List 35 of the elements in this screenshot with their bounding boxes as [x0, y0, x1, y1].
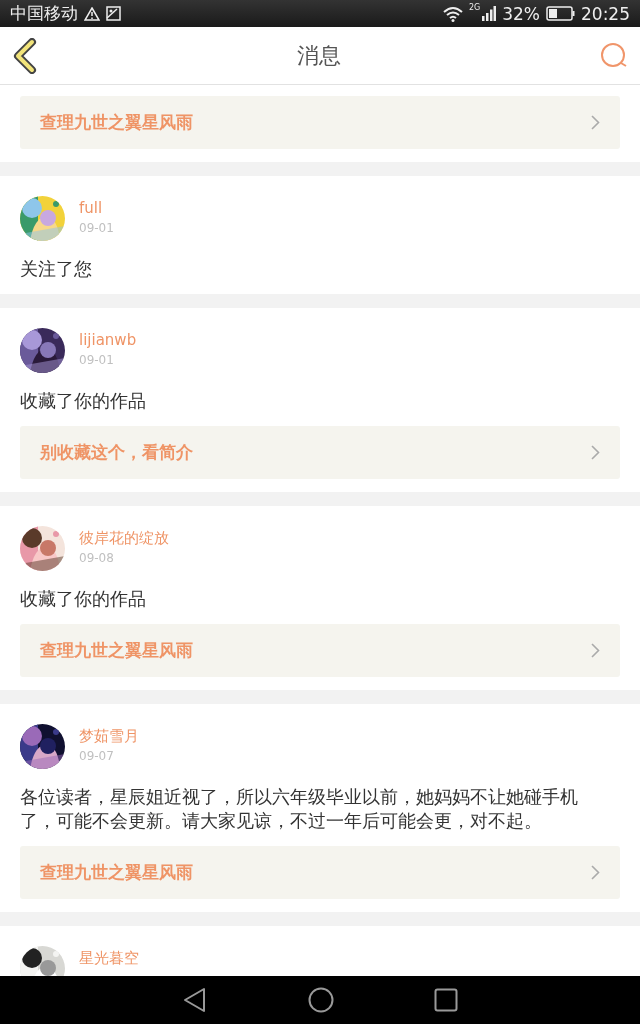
user-name[interactable]: full: [79, 199, 114, 217]
user-name[interactable]: 彼岸花的绽放: [79, 529, 169, 547]
back-icon[interactable]: [12, 37, 38, 74]
image-icon: [106, 6, 121, 21]
recent-apps-icon[interactable]: [434, 988, 458, 1012]
battery-percent: 32%: [502, 3, 540, 24]
message-date: 09-01: [79, 220, 114, 236]
message-text: 收藏了你的作品: [20, 587, 147, 611]
work-link[interactable]: 别收藏这个，看简介: [20, 426, 620, 479]
carrier-name: 中国移动: [10, 2, 78, 25]
wifi-icon: [442, 5, 463, 22]
message-date: 09-01: [79, 352, 115, 368]
home-icon[interactable]: [308, 987, 334, 1013]
user-name[interactable]: 星光暮空: [79, 949, 139, 967]
page-title: 消息: [297, 41, 341, 70]
message-text: 各位读者，星辰姐近视了，所以六年级毕业以前，她妈妈不让她碰手机了，可能不会更新。请大家见谅，不过一年后可能会更，对不起。: [20, 785, 579, 833]
chevron-right-icon: [591, 865, 600, 880]
chevron-right-icon: [591, 115, 600, 130]
clock: 20:25: [581, 3, 630, 24]
work-link[interactable]: 查理九世之翼星风雨: [20, 96, 620, 149]
chevron-right-icon: [591, 643, 600, 658]
battery-icon: [546, 6, 575, 21]
signal-icon: [482, 6, 497, 21]
warning-icon: [84, 6, 100, 21]
chevron-right-icon: [591, 445, 600, 460]
user-name[interactable]: 梦茹雪月: [79, 727, 139, 745]
work-link[interactable]: 查理九世之翼星风雨: [20, 624, 620, 677]
network-type: 2G: [468, 3, 481, 12]
work-link[interactable]: 查理九世之翼星风雨: [20, 846, 620, 899]
message-text: 关注了您: [20, 257, 93, 281]
user-name[interactable]: lijianwb: [79, 331, 137, 349]
message-date: 09-08: [79, 550, 115, 566]
message-text: 收藏了你的作品: [20, 389, 147, 413]
back-icon[interactable]: [182, 987, 208, 1013]
message-date: 09-07: [79, 748, 115, 764]
